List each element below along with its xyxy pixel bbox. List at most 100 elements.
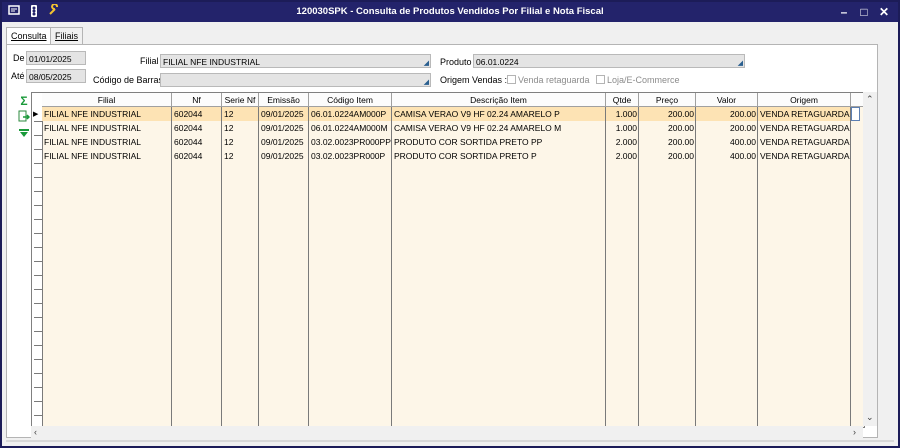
cell-nf[interactable]: 602044 xyxy=(172,121,222,135)
cell-codigo-item[interactable]: 03.02.0023PR000PP xyxy=(309,135,392,149)
cell-filial[interactable]: FILIAL NFE INDUSTRIAL xyxy=(42,107,172,121)
col-header-serie-nf[interactable]: Serie Nf xyxy=(222,93,259,107)
tab-filiais[interactable]: Filiais xyxy=(50,27,84,45)
table-row[interactable]: FILIAL NFE INDUSTRIAL 602044 12 09/01/2025 0… xyxy=(32,149,864,163)
row-divider xyxy=(34,219,42,220)
col-header-preco[interactable]: Preço xyxy=(639,93,696,107)
cell-preco[interactable]: 200.00 xyxy=(639,121,696,135)
cell-preco[interactable]: 200.00 xyxy=(639,149,696,163)
cell-descricao[interactable]: PRODUTO COR SORTIDA PRETO PP xyxy=(392,135,606,149)
cell-emissao[interactable]: 09/01/2025 xyxy=(259,149,309,163)
col-header-valor[interactable]: Valor xyxy=(696,93,758,107)
cell-nf[interactable]: 602044 xyxy=(172,149,222,163)
row-divider xyxy=(34,359,42,360)
row-divider xyxy=(34,261,42,262)
ate-date-field[interactable]: 08/05/2025 xyxy=(26,69,86,83)
cell-qtde[interactable]: 2.000 xyxy=(606,149,639,163)
produto-label: Produto xyxy=(440,57,472,67)
cell-origem[interactable]: VENDA RETAGUARDA xyxy=(758,121,851,135)
cell-origem[interactable]: VENDA RETAGUARDA xyxy=(758,135,851,149)
cell-codigo-item[interactable]: 06.01.0224AM000M xyxy=(309,121,392,135)
cell-filial[interactable]: FILIAL NFE INDUSTRIAL xyxy=(42,135,172,149)
row-divider xyxy=(34,247,42,248)
row-divider xyxy=(34,387,42,388)
cell-nf[interactable]: 602044 xyxy=(172,107,222,121)
export-icon[interactable] xyxy=(17,110,31,124)
codigo-barras-field[interactable]: ◢ xyxy=(160,73,431,87)
col-header-nf[interactable]: Nf xyxy=(172,93,222,107)
sum-icon[interactable]: Σ xyxy=(17,94,31,108)
col-header-origem[interactable]: Origem xyxy=(758,93,851,107)
main-window: 120030SPK - Consulta de Produtos Vendido… xyxy=(0,0,900,448)
cell-emissao[interactable]: 09/01/2025 xyxy=(259,121,309,135)
row-divider xyxy=(34,331,42,332)
cell-valor[interactable]: 200.00 xyxy=(696,121,758,135)
window-title: 120030SPK - Consulta de Produtos Vendido… xyxy=(296,6,604,17)
cell-qtde[interactable]: 1.000 xyxy=(606,121,639,135)
row-divider xyxy=(34,345,42,346)
scroll-right-icon[interactable]: › xyxy=(853,427,856,437)
maximize-icon[interactable]: □ xyxy=(854,3,874,21)
cell-serie-nf[interactable]: 12 xyxy=(222,107,259,121)
cell-qtde[interactable]: 1.000 xyxy=(606,107,639,121)
de-date-field[interactable]: 01/01/2025 xyxy=(26,51,86,65)
table-row[interactable]: FILIAL NFE INDUSTRIAL 602044 12 09/01/2025 0… xyxy=(32,107,864,121)
cell-descricao[interactable]: PRODUTO COR SORTIDA PRETO P xyxy=(392,149,606,163)
cell-origem[interactable]: VENDA RETAGUARDA xyxy=(758,107,851,121)
table-row[interactable]: FILIAL NFE INDUSTRIAL 602044 12 09/01/2025 0… xyxy=(32,121,864,135)
scroll-up-icon[interactable]: ⌃ xyxy=(866,94,874,105)
de-label: De xyxy=(13,53,25,63)
lookup-corner-icon: ◢ xyxy=(737,60,743,67)
cell-valor[interactable]: 400.00 xyxy=(696,149,758,163)
cell-descricao[interactable]: CAMISA VERAO V9 HF 02.24 AMARELO M xyxy=(392,121,606,135)
scroll-down-icon[interactable]: ⌄ xyxy=(866,412,874,423)
cell-filial[interactable]: FILIAL NFE INDUSTRIAL xyxy=(42,149,172,163)
cell-preco[interactable]: 200.00 xyxy=(639,135,696,149)
codigo-barras-label: Código de Barras xyxy=(93,75,164,85)
cell-descricao[interactable]: CAMISA VERAO V9 HF 02.24 AMARELO P xyxy=(392,107,606,121)
filial-field[interactable]: FILIAL NFE INDUSTRIAL ◢ xyxy=(160,54,431,68)
ate-label: Até xyxy=(11,71,25,81)
col-header-filial[interactable]: Filial xyxy=(42,93,172,107)
cell-emissao[interactable]: 09/01/2025 xyxy=(259,107,309,121)
filter-down-icon[interactable] xyxy=(17,127,31,141)
cell-preco[interactable]: 200.00 xyxy=(639,107,696,121)
col-header-qtde[interactable]: Qtde xyxy=(606,93,639,107)
row-divider xyxy=(34,205,42,206)
cell-valor[interactable]: 200.00 xyxy=(696,107,758,121)
row-divider xyxy=(34,177,42,178)
cell-emissao[interactable]: 09/01/2025 xyxy=(259,135,309,149)
minimize-icon[interactable]: – xyxy=(834,3,854,21)
col-header-emissao[interactable]: Emissão xyxy=(259,93,309,107)
close-icon[interactable]: ✕ xyxy=(874,3,894,21)
row-divider xyxy=(34,289,42,290)
lookup-corner-icon: ◢ xyxy=(423,60,429,67)
cell-codigo-item[interactable]: 03.02.0023PR000P xyxy=(309,149,392,163)
horizontal-scrollbar[interactable]: ‹ › xyxy=(31,426,863,440)
title-bar: 120030SPK - Consulta de Produtos Vendido… xyxy=(2,2,898,22)
cell-filial[interactable]: FILIAL NFE INDUSTRIAL xyxy=(42,121,172,135)
cell-codigo-item[interactable]: 06.01.0224AM000P xyxy=(309,107,392,121)
vertical-scrollbar[interactable]: ⌃ ⌄ xyxy=(863,92,877,426)
cell-nf[interactable]: 602044 xyxy=(172,135,222,149)
produto-field[interactable]: 06.01.0224 ◢ xyxy=(473,54,745,68)
cell-origem[interactable]: VENDA RETAGUARDA xyxy=(758,149,851,163)
venda-retaguarda-checkbox[interactable] xyxy=(507,75,516,84)
lookup-corner-icon: ◢ xyxy=(423,79,429,86)
row-divider xyxy=(34,275,42,276)
filial-label: Filial xyxy=(140,56,159,66)
origem-vendas-label: Origem Vendas : xyxy=(440,75,508,85)
col-header-descricao[interactable]: Descrição Item xyxy=(392,93,606,107)
cell-serie-nf[interactable]: 12 xyxy=(222,149,259,163)
col-header-codigo-item[interactable]: Código Item xyxy=(309,93,392,107)
row-divider xyxy=(34,303,42,304)
cell-serie-nf[interactable]: 12 xyxy=(222,135,259,149)
cell-qtde[interactable]: 2.000 xyxy=(606,135,639,149)
cell-serie-nf[interactable]: 12 xyxy=(222,121,259,135)
loja-ecommerce-label: Loja/E-Commerce xyxy=(607,75,680,85)
scroll-left-icon[interactable]: ‹ xyxy=(34,427,37,437)
cell-valor[interactable]: 400.00 xyxy=(696,135,758,149)
table-row[interactable]: FILIAL NFE INDUSTRIAL 602044 12 09/01/2025 0… xyxy=(32,135,864,149)
results-grid[interactable]: ▶ Filial Nf Serie Nf Emissão Código Item… xyxy=(31,92,865,428)
loja-ecommerce-checkbox[interactable] xyxy=(596,75,605,84)
